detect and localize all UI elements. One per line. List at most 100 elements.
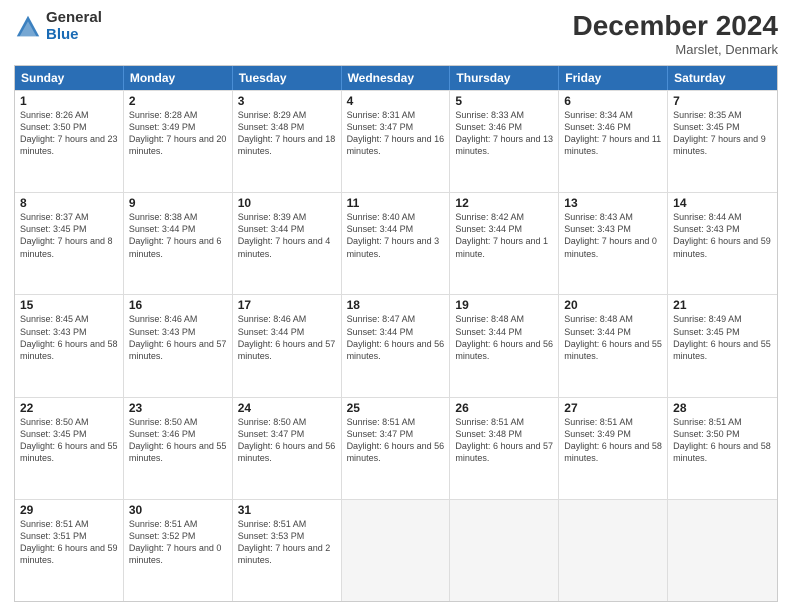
cell-day-number: 7 (673, 94, 772, 108)
cell-info: Sunrise: 8:51 AMSunset: 3:47 PMDaylight:… (347, 416, 445, 465)
cell-day-number: 1 (20, 94, 118, 108)
calendar-cell: 5Sunrise: 8:33 AMSunset: 3:46 PMDaylight… (450, 91, 559, 192)
logo-icon (14, 13, 42, 41)
cell-day-number: 16 (129, 298, 227, 312)
calendar-cell: 27Sunrise: 8:51 AMSunset: 3:49 PMDayligh… (559, 398, 668, 499)
calendar-cell: 12Sunrise: 8:42 AMSunset: 3:44 PMDayligh… (450, 193, 559, 294)
calendar-cell: 13Sunrise: 8:43 AMSunset: 3:43 PMDayligh… (559, 193, 668, 294)
cell-day-number: 14 (673, 196, 772, 210)
calendar-cell: 29Sunrise: 8:51 AMSunset: 3:51 PMDayligh… (15, 500, 124, 601)
cell-day-number: 17 (238, 298, 336, 312)
cell-day-number: 11 (347, 196, 445, 210)
title-location: Marslet, Denmark (573, 42, 778, 57)
cell-info: Sunrise: 8:51 AMSunset: 3:48 PMDaylight:… (455, 416, 553, 465)
cell-day-number: 5 (455, 94, 553, 108)
cell-info: Sunrise: 8:43 AMSunset: 3:43 PMDaylight:… (564, 211, 662, 260)
calendar-cell: 15Sunrise: 8:45 AMSunset: 3:43 PMDayligh… (15, 295, 124, 396)
calendar-cell: 1Sunrise: 8:26 AMSunset: 3:50 PMDaylight… (15, 91, 124, 192)
page: General Blue December 2024 Marslet, Denm… (0, 0, 792, 612)
cell-info: Sunrise: 8:28 AMSunset: 3:49 PMDaylight:… (129, 109, 227, 158)
calendar-cell: 9Sunrise: 8:38 AMSunset: 3:44 PMDaylight… (124, 193, 233, 294)
cell-info: Sunrise: 8:51 AMSunset: 3:52 PMDaylight:… (129, 518, 227, 567)
cell-info: Sunrise: 8:50 AMSunset: 3:45 PMDaylight:… (20, 416, 118, 465)
cell-day-number: 28 (673, 401, 772, 415)
cell-info: Sunrise: 8:46 AMSunset: 3:44 PMDaylight:… (238, 313, 336, 362)
cell-day-number: 20 (564, 298, 662, 312)
cell-info: Sunrise: 8:51 AMSunset: 3:53 PMDaylight:… (238, 518, 336, 567)
logo: General Blue (14, 10, 102, 43)
cell-day-number: 13 (564, 196, 662, 210)
week-row-1: 1Sunrise: 8:26 AMSunset: 3:50 PMDaylight… (15, 90, 777, 192)
calendar-body: 1Sunrise: 8:26 AMSunset: 3:50 PMDaylight… (15, 90, 777, 601)
calendar-cell (559, 500, 668, 601)
calendar-cell (342, 500, 451, 601)
cell-day-number: 12 (455, 196, 553, 210)
cell-info: Sunrise: 8:26 AMSunset: 3:50 PMDaylight:… (20, 109, 118, 158)
logo-text: General Blue (46, 10, 102, 43)
cell-info: Sunrise: 8:46 AMSunset: 3:43 PMDaylight:… (129, 313, 227, 362)
cell-info: Sunrise: 8:35 AMSunset: 3:45 PMDaylight:… (673, 109, 772, 158)
calendar-cell: 8Sunrise: 8:37 AMSunset: 3:45 PMDaylight… (15, 193, 124, 294)
cell-day-number: 23 (129, 401, 227, 415)
calendar-cell: 6Sunrise: 8:34 AMSunset: 3:46 PMDaylight… (559, 91, 668, 192)
cell-day-number: 27 (564, 401, 662, 415)
cell-day-number: 24 (238, 401, 336, 415)
cell-day-number: 9 (129, 196, 227, 210)
calendar-cell: 26Sunrise: 8:51 AMSunset: 3:48 PMDayligh… (450, 398, 559, 499)
calendar-cell: 18Sunrise: 8:47 AMSunset: 3:44 PMDayligh… (342, 295, 451, 396)
logo-blue-text: Blue (46, 27, 102, 44)
cell-info: Sunrise: 8:29 AMSunset: 3:48 PMDaylight:… (238, 109, 336, 158)
cell-day-number: 15 (20, 298, 118, 312)
cell-day-number: 18 (347, 298, 445, 312)
cell-info: Sunrise: 8:31 AMSunset: 3:47 PMDaylight:… (347, 109, 445, 158)
calendar-cell: 16Sunrise: 8:46 AMSunset: 3:43 PMDayligh… (124, 295, 233, 396)
calendar-cell: 23Sunrise: 8:50 AMSunset: 3:46 PMDayligh… (124, 398, 233, 499)
cell-info: Sunrise: 8:48 AMSunset: 3:44 PMDaylight:… (455, 313, 553, 362)
cell-day-number: 30 (129, 503, 227, 517)
cell-info: Sunrise: 8:33 AMSunset: 3:46 PMDaylight:… (455, 109, 553, 158)
calendar-cell: 3Sunrise: 8:29 AMSunset: 3:48 PMDaylight… (233, 91, 342, 192)
calendar-cell: 24Sunrise: 8:50 AMSunset: 3:47 PMDayligh… (233, 398, 342, 499)
calendar-cell: 2Sunrise: 8:28 AMSunset: 3:49 PMDaylight… (124, 91, 233, 192)
cell-day-number: 2 (129, 94, 227, 108)
cell-info: Sunrise: 8:47 AMSunset: 3:44 PMDaylight:… (347, 313, 445, 362)
header-wednesday: Wednesday (342, 66, 451, 90)
cell-info: Sunrise: 8:51 AMSunset: 3:51 PMDaylight:… (20, 518, 118, 567)
week-row-5: 29Sunrise: 8:51 AMSunset: 3:51 PMDayligh… (15, 499, 777, 601)
cell-day-number: 10 (238, 196, 336, 210)
cell-day-number: 26 (455, 401, 553, 415)
cell-info: Sunrise: 8:42 AMSunset: 3:44 PMDaylight:… (455, 211, 553, 260)
header: General Blue December 2024 Marslet, Denm… (14, 10, 778, 57)
calendar-cell: 22Sunrise: 8:50 AMSunset: 3:45 PMDayligh… (15, 398, 124, 499)
cell-info: Sunrise: 8:34 AMSunset: 3:46 PMDaylight:… (564, 109, 662, 158)
cell-day-number: 29 (20, 503, 118, 517)
calendar-cell (668, 500, 777, 601)
calendar: Sunday Monday Tuesday Wednesday Thursday… (14, 65, 778, 602)
calendar-cell: 31Sunrise: 8:51 AMSunset: 3:53 PMDayligh… (233, 500, 342, 601)
cell-info: Sunrise: 8:51 AMSunset: 3:49 PMDaylight:… (564, 416, 662, 465)
cell-info: Sunrise: 8:50 AMSunset: 3:46 PMDaylight:… (129, 416, 227, 465)
header-tuesday: Tuesday (233, 66, 342, 90)
week-row-2: 8Sunrise: 8:37 AMSunset: 3:45 PMDaylight… (15, 192, 777, 294)
cell-info: Sunrise: 8:51 AMSunset: 3:50 PMDaylight:… (673, 416, 772, 465)
calendar-cell: 4Sunrise: 8:31 AMSunset: 3:47 PMDaylight… (342, 91, 451, 192)
cell-day-number: 21 (673, 298, 772, 312)
cell-day-number: 8 (20, 196, 118, 210)
calendar-cell: 21Sunrise: 8:49 AMSunset: 3:45 PMDayligh… (668, 295, 777, 396)
week-row-4: 22Sunrise: 8:50 AMSunset: 3:45 PMDayligh… (15, 397, 777, 499)
cell-info: Sunrise: 8:50 AMSunset: 3:47 PMDaylight:… (238, 416, 336, 465)
cell-day-number: 25 (347, 401, 445, 415)
calendar-cell: 10Sunrise: 8:39 AMSunset: 3:44 PMDayligh… (233, 193, 342, 294)
week-row-3: 15Sunrise: 8:45 AMSunset: 3:43 PMDayligh… (15, 294, 777, 396)
cell-info: Sunrise: 8:38 AMSunset: 3:44 PMDaylight:… (129, 211, 227, 260)
logo-general-text: General (46, 10, 102, 27)
cell-info: Sunrise: 8:44 AMSunset: 3:43 PMDaylight:… (673, 211, 772, 260)
calendar-cell: 14Sunrise: 8:44 AMSunset: 3:43 PMDayligh… (668, 193, 777, 294)
cell-day-number: 6 (564, 94, 662, 108)
cell-day-number: 4 (347, 94, 445, 108)
calendar-cell: 17Sunrise: 8:46 AMSunset: 3:44 PMDayligh… (233, 295, 342, 396)
header-saturday: Saturday (668, 66, 777, 90)
cell-day-number: 22 (20, 401, 118, 415)
calendar-cell: 25Sunrise: 8:51 AMSunset: 3:47 PMDayligh… (342, 398, 451, 499)
header-sunday: Sunday (15, 66, 124, 90)
